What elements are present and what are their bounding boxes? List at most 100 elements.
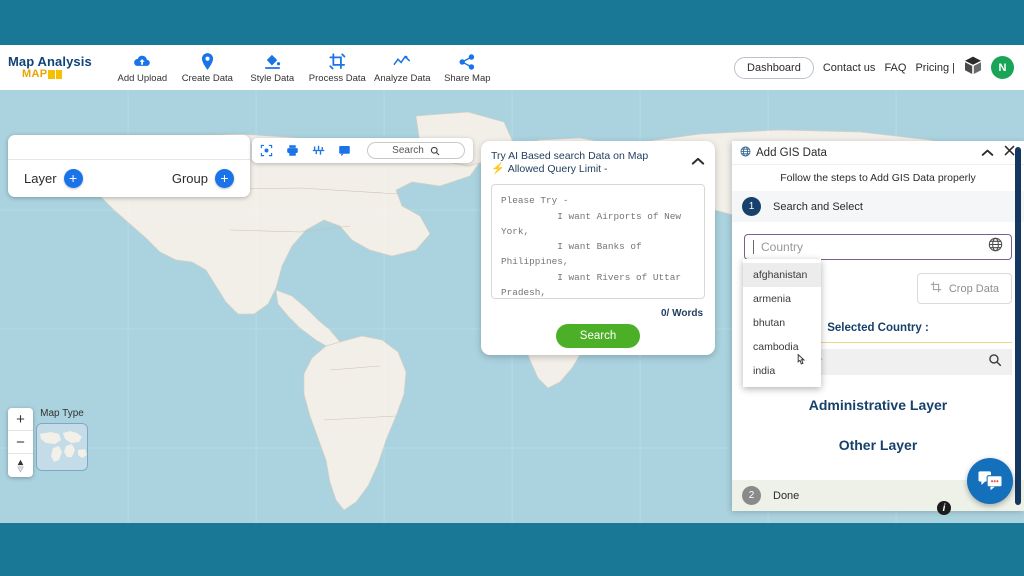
nav-item-add-upload[interactable]: Add Upload <box>110 51 175 84</box>
ai-search-button[interactable]: Search <box>555 324 641 349</box>
info-button[interactable]: i <box>937 501 951 515</box>
dropdown-option[interactable]: cambodia <box>743 335 821 359</box>
panel-scrollbar[interactable] <box>1015 147 1021 505</box>
dropdown-option[interactable]: afghanistan <box>743 263 821 287</box>
nav-label: Analyze Data <box>374 73 431 84</box>
chat-bubbles-icon <box>977 471 1003 491</box>
cube-icon[interactable] <box>964 56 982 80</box>
share-icon <box>459 53 475 70</box>
nav-items: Add Upload Create Data Style Data Proces… <box>110 51 500 84</box>
avatar[interactable]: N <box>991 56 1014 79</box>
layer-panel-header <box>8 135 250 160</box>
brand-subtitle: MAP <box>22 67 48 80</box>
text-caret <box>753 240 754 254</box>
ai-panel-title: Try AI Based search Data on Map <box>491 150 649 162</box>
layer-add-group: Layer + <box>24 168 83 188</box>
brand-chip2-icon <box>56 69 63 79</box>
nav-item-process-data[interactable]: Process Data <box>305 51 370 84</box>
comment-icon[interactable] <box>338 144 351 157</box>
measure-icon[interactable] <box>312 144 325 157</box>
nav-item-analyze-data[interactable]: Analyze Data <box>370 51 435 84</box>
bolt-icon: ⚡ <box>491 163 505 176</box>
map-thumbnail-icon <box>37 424 87 470</box>
nav-label: Process Data <box>308 73 366 84</box>
add-group-button[interactable]: + <box>215 168 234 188</box>
contact-us-link[interactable]: Contact us <box>823 62 876 74</box>
country-dropdown: afghanistan armenia bhutan cambodia indi… <box>743 259 821 387</box>
gis-panel-title: Add GIS Data <box>756 146 827 159</box>
search-icon <box>430 146 440 155</box>
globe-grid-icon <box>740 144 751 162</box>
step-1-row[interactable]: 1 Search and Select <box>732 191 1024 222</box>
nav-item-create-data[interactable]: Create Data <box>175 51 240 84</box>
fullscreen-icon[interactable] <box>260 144 273 157</box>
crop-data-button[interactable]: Crop Data <box>916 273 1012 304</box>
dropdown-option[interactable]: bhutan <box>743 311 821 335</box>
step-2-badge: 2 <box>742 486 761 505</box>
pricing-link[interactable]: Pricing | <box>915 62 955 74</box>
map-search-label: Search <box>392 145 424 156</box>
step-1-badge: 1 <box>742 197 761 216</box>
gis-panel-header: Add GIS Data <box>732 141 1024 165</box>
map-search-button[interactable]: Search <box>367 142 465 159</box>
step-2-label: Done <box>773 489 800 502</box>
collapse-chevron-up-icon[interactable] <box>691 153 705 171</box>
crop-data-label: Crop Data <box>948 282 999 295</box>
word-counter: 0/ Words <box>660 308 703 320</box>
nav-right-group: Dashboard Contact us FAQ Pricing | N <box>734 45 1014 90</box>
group-label: Group <box>171 170 208 186</box>
nav-label: Create Data <box>181 73 233 84</box>
nav-label: Add Upload <box>117 73 168 84</box>
chat-support-button[interactable] <box>967 458 1013 504</box>
country-placeholder: Country <box>761 240 804 254</box>
map-type-label: Map Type <box>40 408 84 419</box>
screen: Layer + Group + Search Try AI Based sear… <box>0 0 1024 576</box>
step-1-label: Search and Select <box>773 200 863 213</box>
nav-label: Share Map <box>444 73 491 84</box>
cloud-upload-icon <box>133 53 151 70</box>
search-icon[interactable] <box>988 353 1002 372</box>
layer-panel-row: Layer + Group + <box>8 160 250 196</box>
ai-search-panel: Try AI Based search Data on Map ⚡ Allowe… <box>481 141 715 355</box>
gis-panel-actions <box>981 144 1016 162</box>
layer-panel: Layer + Group + <box>8 135 250 197</box>
top-navigation-bar: Map Analysis MAP Add Upload Create Data … <box>0 45 1024 90</box>
ai-query-textarea[interactable] <box>491 184 705 300</box>
other-layer-link[interactable]: Other Layer <box>744 437 1012 453</box>
ai-panel-subtitle-row: ⚡ Allowed Query Limit - <box>491 163 705 176</box>
print-icon[interactable] <box>286 144 299 157</box>
country-input[interactable]: Country <box>744 234 1012 260</box>
map-type-thumbnail[interactable] <box>36 423 88 471</box>
zoom-controls: + − <box>8 408 33 477</box>
brand-chip-icon <box>48 69 56 79</box>
map-pin-icon <box>201 53 214 70</box>
ai-panel-header: Try AI Based search Data on Map ⚡ Allowe… <box>491 149 705 176</box>
dropdown-option[interactable]: india <box>743 359 821 383</box>
dashboard-button[interactable]: Dashboard <box>734 56 814 79</box>
chart-line-icon <box>393 53 411 70</box>
faq-link[interactable]: FAQ <box>884 62 906 74</box>
dropdown-option[interactable]: armenia <box>743 287 821 311</box>
browser-viewport: Layer + Group + Search Try AI Based sear… <box>0 45 1024 523</box>
map-type-control[interactable]: Map Type <box>36 408 88 471</box>
compass-button[interactable] <box>8 454 33 477</box>
compass-icon <box>17 459 24 473</box>
add-layer-button[interactable]: + <box>63 168 83 188</box>
gis-collapse-chevron-up-icon[interactable] <box>981 144 994 162</box>
brand-logo[interactable]: Map Analysis MAP <box>8 55 92 80</box>
zoom-out-button[interactable]: − <box>8 431 33 454</box>
nav-label: Style Data <box>250 73 295 84</box>
paint-bucket-icon <box>264 53 281 70</box>
zoom-in-button[interactable]: + <box>8 408 33 431</box>
gis-panel-subtitle: Follow the steps to Add GIS Data properl… <box>780 172 976 184</box>
nav-item-style-data[interactable]: Style Data <box>240 51 305 84</box>
globe-icon[interactable] <box>988 237 1003 257</box>
administrative-layer-link[interactable]: Administrative Layer <box>744 397 1012 413</box>
nav-item-share-map[interactable]: Share Map <box>435 51 500 84</box>
map-toolbar: Search <box>252 138 473 163</box>
layer-label: Layer <box>24 170 57 186</box>
brand-title: Map Analysis <box>8 53 92 69</box>
ai-panel-subtitle: Allowed Query Limit - <box>507 163 608 176</box>
crop-icon <box>930 281 942 296</box>
crop-transform-icon <box>329 53 346 70</box>
